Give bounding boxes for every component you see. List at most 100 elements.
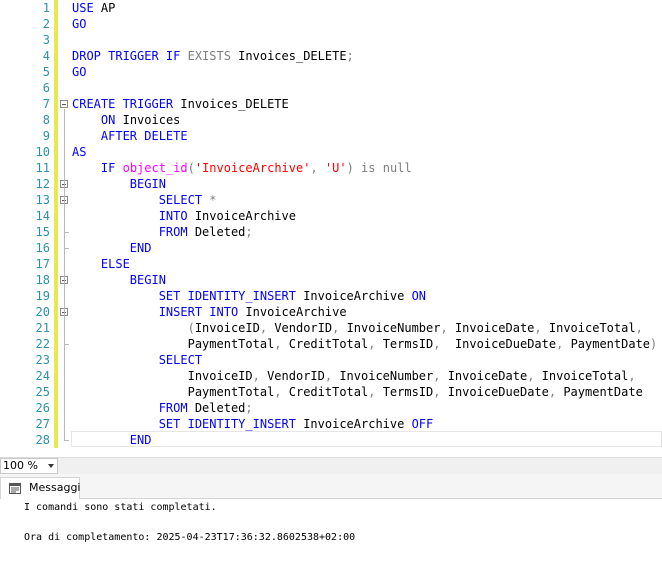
- code-line: AFTER DELETE: [72, 128, 188, 144]
- code-token: EXISTS: [187, 49, 239, 63]
- code-token: *: [209, 193, 217, 207]
- code-token: TermsID: [382, 385, 434, 399]
- code-token: InvoiceArchive: [245, 305, 347, 319]
- code-token: InvoiceNumber: [346, 321, 441, 335]
- sql-editor[interactable]: 1 2 3 4 5 6 7 8 9 10 11 12 13 14 15 16 17 18 19 20 21 22 23 24 2…: [0, 0, 662, 456]
- code-line: SELECT: [72, 352, 202, 368]
- line-number: 12: [35, 177, 50, 191]
- code-token: InvoiceDueDate: [454, 337, 557, 351]
- code-line: ON Invoices: [72, 112, 180, 128]
- line-number: 26: [35, 401, 50, 415]
- code-token: TermsID: [382, 337, 434, 351]
- line-number: 23: [35, 353, 50, 367]
- code-line: INSERT INTO InvoiceArchive: [72, 304, 347, 320]
- code-token: Invoices_DELETE: [180, 97, 289, 111]
- code-token: SET IDENTITY_INSERT: [158, 417, 304, 431]
- line-number: 24: [35, 369, 50, 383]
- line-number: 20: [35, 305, 50, 319]
- line-number: 22: [35, 337, 50, 351]
- code-token: CREATE TRIGGER: [72, 97, 181, 111]
- code-token: ,: [433, 385, 448, 399]
- message-line: Ora di completamento: 2025-04-23T17:36:3…: [24, 532, 356, 543]
- code-token: VendorID: [267, 369, 325, 383]
- line-number: 1: [42, 1, 50, 15]
- outline-guide: [64, 285, 65, 440]
- line-number: 8: [42, 113, 50, 127]
- line-number: 28: [35, 433, 50, 447]
- code-token: ;: [245, 401, 253, 415]
- code-token: AP: [100, 1, 116, 15]
- line-number: 25: [35, 385, 50, 399]
- line-number: 11: [35, 161, 50, 175]
- code-token: ,: [635, 321, 643, 335]
- code-token: is null: [361, 161, 412, 175]
- tab-messages[interactable]: Messaggi: [0, 477, 80, 499]
- code-token: GO: [72, 65, 87, 79]
- zoom-dropdown[interactable]: 100 %: [0, 458, 58, 474]
- code-token: CreditTotal: [288, 385, 369, 399]
- message-line: I comandi sono stati completati.: [24, 502, 217, 513]
- code-line: INTO InvoiceArchive: [72, 208, 296, 224]
- code-token: (: [187, 161, 195, 175]
- code-line: InvoiceID, VendorID, InvoiceNumber, Invo…: [72, 368, 636, 384]
- line-number: 16: [35, 241, 50, 255]
- code-line: END: [72, 432, 152, 448]
- code-token: Deleted: [194, 225, 246, 239]
- line-number: 10: [35, 145, 50, 159]
- code-token: InvoiceArchive: [303, 289, 412, 303]
- zoom-value: 100 %: [3, 459, 38, 472]
- code-line: CREATE TRIGGER Invoices_DELETE: [72, 96, 289, 112]
- code-line: END: [72, 240, 152, 256]
- outline-guide-end: [64, 248, 69, 249]
- code-token: BEGIN: [129, 177, 166, 191]
- horizontal-scrollbar[interactable]: [60, 458, 662, 474]
- line-number: 19: [35, 289, 50, 303]
- code-token: ELSE: [100, 257, 130, 271]
- code-token: BEGIN: [129, 273, 166, 287]
- collapse-icon[interactable]: [60, 100, 68, 108]
- line-number: 14: [35, 209, 50, 223]
- code-token: END: [129, 433, 152, 447]
- code-token: END: [129, 241, 152, 255]
- code-token: VendorID: [274, 321, 333, 335]
- code-token: 'U': [324, 161, 347, 175]
- line-number: 5: [42, 65, 50, 79]
- code-line: SELECT *: [72, 192, 217, 208]
- code-token: 'InvoiceArchive': [194, 161, 311, 175]
- code-token: InvoiceNumber: [339, 369, 434, 383]
- chevron-down-icon: [48, 464, 54, 468]
- line-number: 17: [35, 257, 50, 271]
- code-token: Invoices_DELETE: [238, 49, 347, 63]
- code-token: SET IDENTITY_INSERT: [158, 289, 304, 303]
- code-line: SET IDENTITY_INSERT InvoiceArchive ON: [72, 288, 426, 304]
- code-token: SELECT: [158, 353, 203, 367]
- code-line: GO: [72, 16, 86, 32]
- code-token: ,: [252, 369, 268, 383]
- line-number: 15: [35, 225, 50, 239]
- code-token: InvoiceTotal: [548, 321, 636, 335]
- code-token: ON: [100, 113, 123, 127]
- line-number: 3: [42, 33, 50, 47]
- code-token: FROM: [158, 401, 195, 415]
- code-token: ,: [310, 161, 325, 175]
- code-token: IF: [100, 161, 123, 175]
- code-token: ): [346, 161, 362, 175]
- code-line: (InvoiceID, VendorID, InvoiceNumber, Inv…: [72, 320, 643, 336]
- code-token: InvoiceArchive: [194, 209, 296, 223]
- code-token: ;: [245, 225, 253, 239]
- code-token: ,: [440, 321, 455, 335]
- code-token: AFTER DELETE: [100, 129, 188, 143]
- code-token: ON: [411, 289, 427, 303]
- code-token: ,: [556, 337, 571, 351]
